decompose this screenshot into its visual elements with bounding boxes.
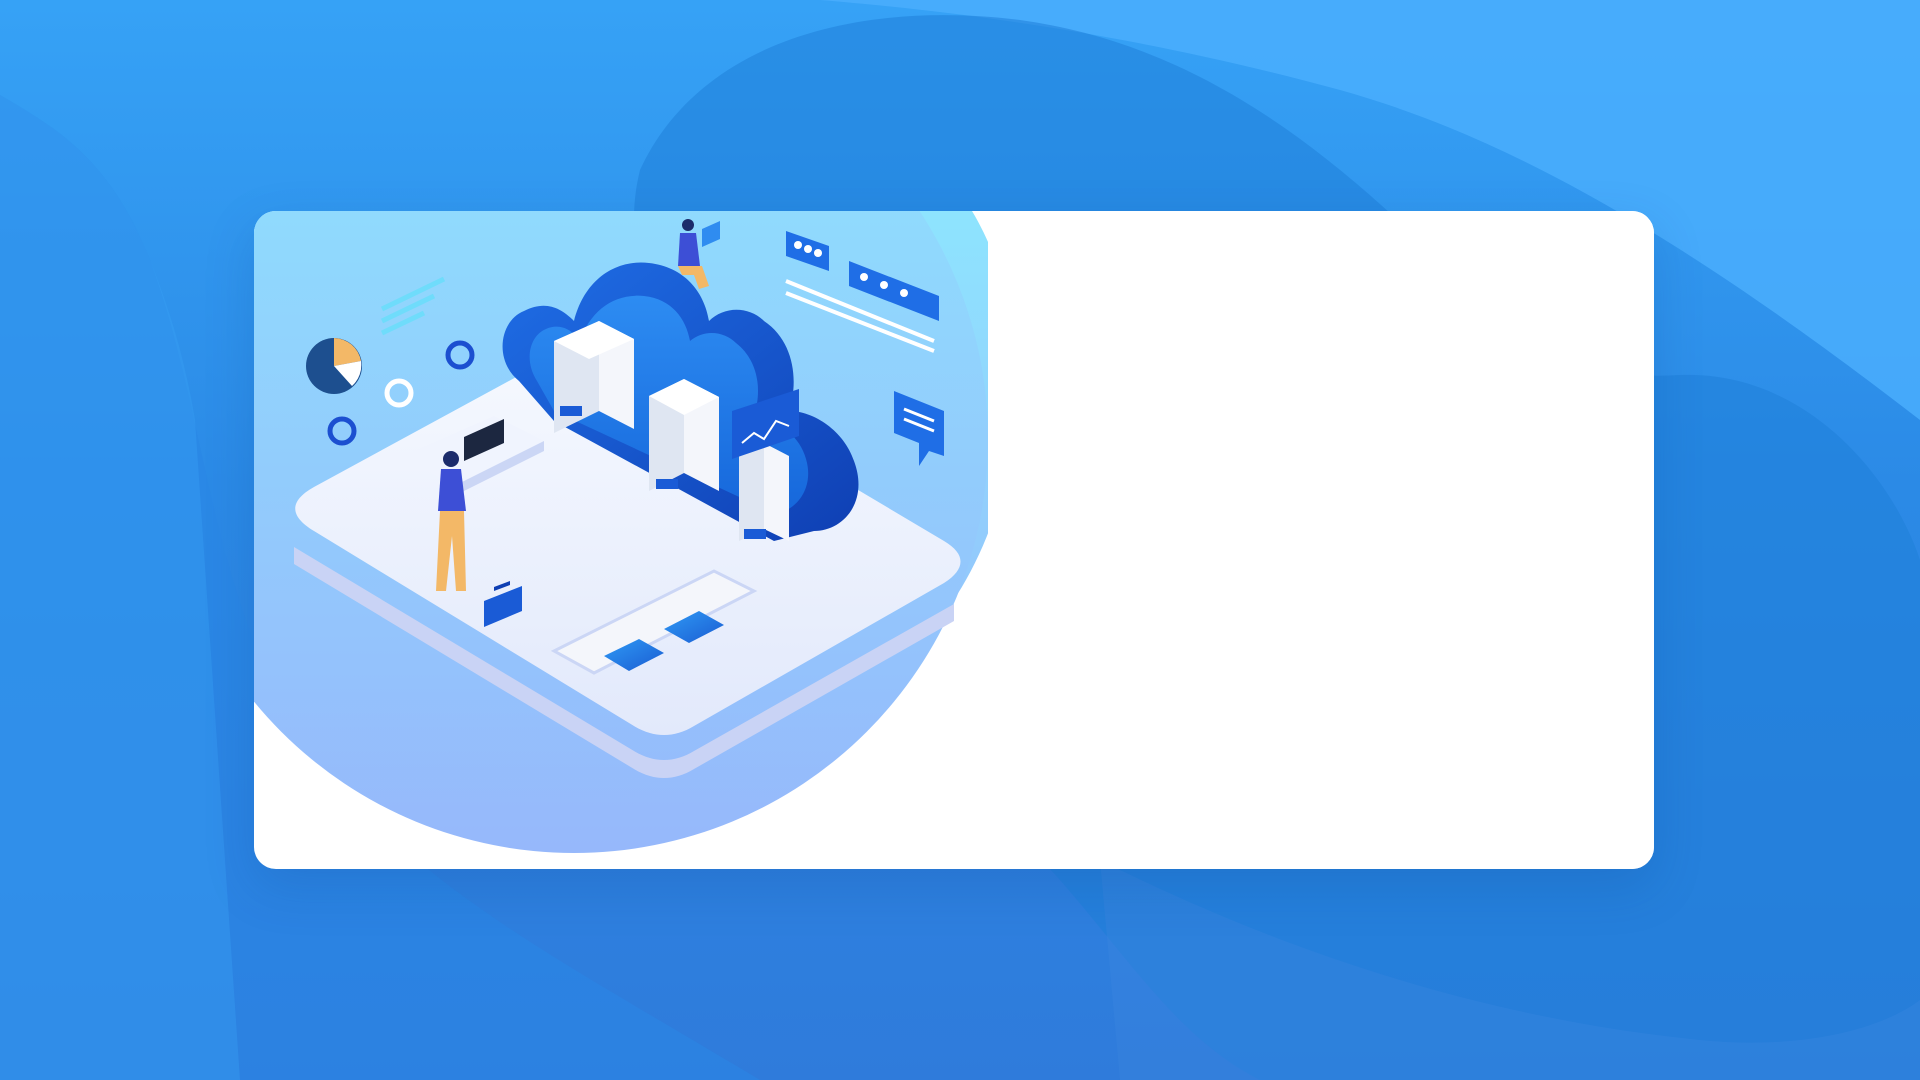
login-card xyxy=(254,211,1654,869)
pie-chart-icon xyxy=(306,338,362,394)
server-rack-3 xyxy=(739,443,789,541)
form-panel xyxy=(1014,211,1654,869)
